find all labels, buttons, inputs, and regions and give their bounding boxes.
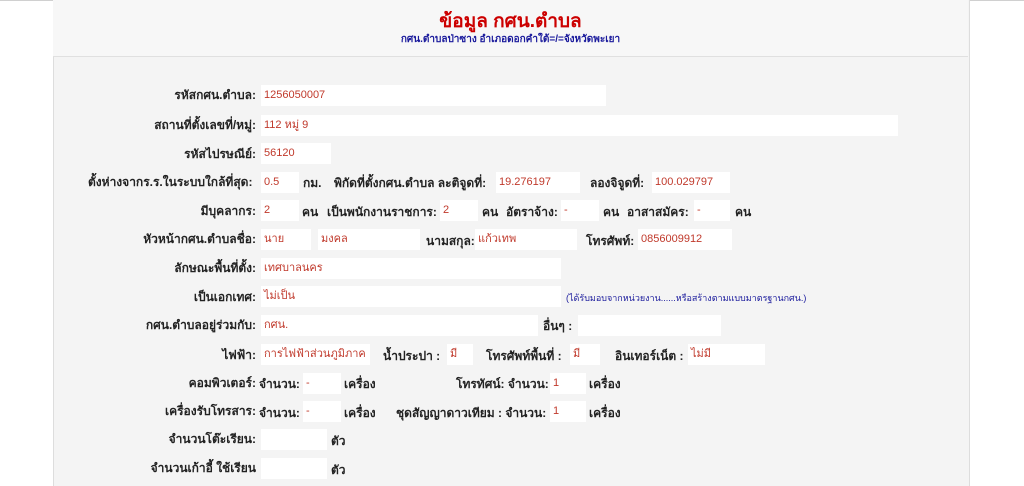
satellite-unit: เครื่อง xyxy=(589,406,621,420)
staff-label: มีบุคลากร: xyxy=(200,204,256,218)
head-label: หัวหน้ากศน.ตำบลชื่อ: xyxy=(143,232,256,246)
surname-label: นามสกุล: xyxy=(426,234,475,248)
computer-count-input[interactable]: - xyxy=(303,373,341,394)
civil-servant-input[interactable]: 2 xyxy=(440,200,478,221)
fax-count-label: จำนวน: xyxy=(259,406,300,420)
page-subtitle: กศน.ตำบลป่าซาง อำเภอดอกคำใต้=/=จังหวัดพะ… xyxy=(400,34,621,45)
volunteer-unit: คน xyxy=(735,205,752,219)
tv-unit: เครื่อง xyxy=(589,377,621,391)
latitude-input[interactable]: 19.276197 xyxy=(496,172,580,193)
staff-unit: คน xyxy=(302,205,319,219)
tv-label: โทรทัศน์: จำนวน: xyxy=(456,377,549,391)
chairs-label: จำนวนเก้าอี้ ใช้เรียน xyxy=(150,461,256,475)
latitude-label: พิกัดที่ตั้งกศน.ตำบล ละติจูดที่: xyxy=(334,176,487,190)
fax-label: เครื่องรับโทรสาร: xyxy=(164,404,256,418)
fax-count-input[interactable]: - xyxy=(303,401,341,422)
area-phone-input[interactable]: มี xyxy=(570,344,600,365)
temp-staff-label: อัตราจ้าง: xyxy=(506,205,558,219)
code-input[interactable]: 1256050007 xyxy=(261,85,606,106)
longitude-label: ลองจิจูดที่: xyxy=(590,176,645,190)
staff-input[interactable]: 2 xyxy=(261,200,299,221)
volunteer-label: อาสาสมัคร: xyxy=(627,205,689,219)
tv-input[interactable]: 1 xyxy=(550,373,586,394)
desks-label: จำนวนโต๊ะเรียน: xyxy=(168,432,256,446)
head-prefix-input[interactable]: นาย xyxy=(261,229,311,250)
area-phone-label: โทรศัพท์พื้นที่ : xyxy=(486,349,562,363)
page-header: ข้อมูล กศน.ตำบล กศน.ตำบลป่าซาง อำเภอดอกค… xyxy=(53,0,968,57)
address-label: สถานที่ตั้งเลขที่/หมู่: xyxy=(154,118,256,132)
internet-input[interactable]: ไม่มี xyxy=(688,344,765,365)
head-phone-input[interactable]: 0856009912 xyxy=(638,229,732,250)
temp-staff-unit: คน xyxy=(603,205,620,219)
unique-note: (ได้รับมอบจากหน่วยงาน......หรือสร้างตามแ… xyxy=(566,293,807,303)
computer-label: คอมพิวเตอร์: xyxy=(188,376,256,390)
code-label: รหัสกศน.ตำบล: xyxy=(174,88,256,102)
postal-label: รหัสไปรษณีย์: xyxy=(184,147,256,161)
satellite-input[interactable]: 1 xyxy=(550,401,586,422)
shared-input[interactable]: กศน. xyxy=(261,315,538,336)
water-input[interactable]: มี xyxy=(447,344,473,365)
address-input[interactable]: 112 หมู่ 9 xyxy=(261,115,898,136)
longitude-input[interactable]: 100.029797 xyxy=(652,172,730,193)
electric-input[interactable]: การไฟฟ้าส่วนภูมิภาค xyxy=(261,344,370,365)
fax-unit: เครื่อง xyxy=(344,406,376,420)
head-firstname-input[interactable]: มงคล xyxy=(318,229,420,250)
electric-label: ไฟฟ้า: xyxy=(222,348,256,362)
chairs-unit: ตัว xyxy=(331,463,346,477)
water-label: น้ำประปา : xyxy=(383,349,441,363)
computer-unit: เครื่อง xyxy=(344,377,376,391)
other-label: อื่นๆ : xyxy=(543,319,573,333)
chairs-input[interactable] xyxy=(261,458,327,479)
unique-input[interactable]: ไม่เป็น xyxy=(261,286,561,307)
head-phone-label: โทรศัพท์: xyxy=(586,234,635,248)
other-input[interactable] xyxy=(578,315,721,336)
unique-label: เป็นเอกเทศ: xyxy=(193,290,256,304)
computer-count-label: จำนวน: xyxy=(259,377,300,391)
distance-unit: กม. xyxy=(303,176,322,190)
surname-input[interactable]: แก้วเทพ xyxy=(475,229,577,250)
distance-input[interactable]: 0.5 xyxy=(261,172,299,193)
civil-servant-unit: คน xyxy=(482,205,499,219)
shared-label: กศน.ตำบลอยู่ร่วมกับ: xyxy=(145,318,256,332)
civil-servant-label: เป็นพนักงานราชการ: xyxy=(327,205,437,219)
temp-staff-input[interactable]: - xyxy=(561,200,599,221)
desks-input[interactable] xyxy=(261,429,327,450)
internet-label: อินเทอร์เน็ต : xyxy=(615,349,684,363)
volunteer-input[interactable]: - xyxy=(694,200,730,221)
postal-input[interactable]: 56120 xyxy=(261,143,331,164)
area-input[interactable]: เทศบาลนคร xyxy=(261,258,561,279)
desks-unit: ตัว xyxy=(331,434,346,448)
distance-label: ตั้งห่างจากร.ร.ในระบบใกล้ที่สุด: xyxy=(88,175,253,189)
satellite-label: ชุดสัญญาดาวเทียม : จำนวน: xyxy=(396,406,547,420)
area-label: ลักษณะพื้นที่ตั้ง: xyxy=(174,261,256,275)
